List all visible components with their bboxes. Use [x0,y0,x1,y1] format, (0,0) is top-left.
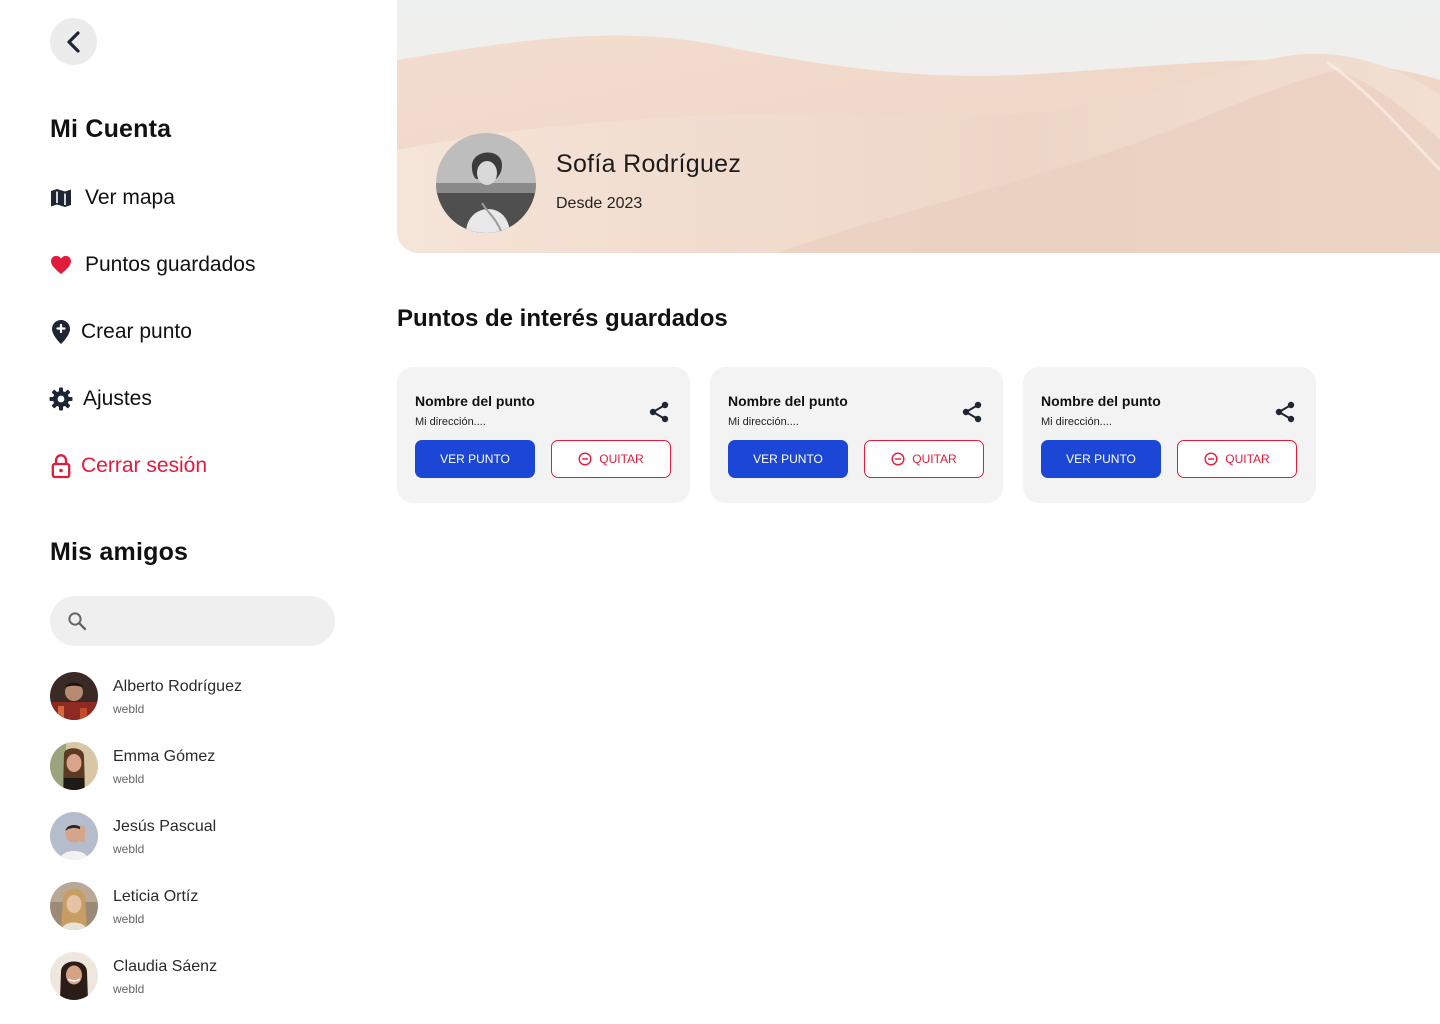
sidebar-item-label: Ver mapa [85,186,175,209]
profile-member-since: Desde 2023 [556,195,643,212]
friend-subtitle: webld [113,842,145,856]
remove-label: QUITAR [1225,452,1270,466]
sidebar-item-create-point[interactable]: Crear punto [49,317,192,347]
point-name: Nombre del punto [1041,393,1161,409]
view-point-button[interactable]: VER PUNTO [728,440,848,478]
map-icon [49,186,73,210]
avatar [50,882,98,930]
remove-label: QUITAR [912,452,957,466]
sidebar-item-label: Puntos guardados [85,253,256,276]
friend-subtitle: webld [113,702,145,716]
point-address: Mi dirección.... [415,416,486,428]
minus-circle-icon [578,452,592,466]
minus-circle-icon [1204,452,1218,466]
friend-item[interactable]: Leticia Ortíz webld [50,882,198,930]
friend-name: Claudia Sáenz [113,958,218,975]
logout-button[interactable]: Cerrar sesión [49,451,207,481]
avatar [50,672,98,720]
profile-name: Sofía Rodríguez [556,150,742,178]
friend-name: Jesús Pascual [113,818,217,835]
point-name: Nombre del punto [728,393,848,409]
view-point-button[interactable]: VER PUNTO [415,440,535,478]
search-icon [68,612,87,631]
share-icon[interactable] [961,401,983,423]
saved-points-title: Puntos de interés guardados [397,305,728,332]
sidebar-item-settings[interactable]: Ajustes [49,384,152,414]
avatar [50,742,98,790]
saved-point-card: Nombre del punto Mi dirección.... VER PU… [1023,367,1316,503]
add-location-icon [49,320,73,344]
heart-icon [49,253,73,277]
friend-item[interactable]: Alberto Rodríguez webld [50,672,242,720]
chevron-left-icon [66,30,80,53]
sidebar-item-saved-points[interactable]: Puntos guardados [49,250,255,280]
search-input[interactable] [97,612,317,630]
point-address: Mi dirección.... [1041,416,1112,428]
friend-item[interactable]: Jesús Pascual webld [50,812,216,860]
friend-item[interactable]: Claudia Sáenz webld [50,952,217,1000]
account-title: Mi Cuenta [50,115,172,143]
saved-point-card: Nombre del punto Mi dirección.... VER PU… [710,367,1003,503]
remove-point-button[interactable]: QUITAR [864,440,984,478]
sidebar-item-map[interactable]: Ver mapa [49,183,175,213]
desert-banner-image [397,0,1440,253]
profile-avatar [436,133,536,233]
point-name: Nombre del punto [415,393,535,409]
friend-name: Emma Gómez [113,748,216,765]
share-icon[interactable] [648,401,670,423]
minus-circle-icon [891,452,905,466]
sidebar-item-label: Cerrar sesión [81,454,208,477]
lock-icon [49,454,73,479]
remove-point-button[interactable]: QUITAR [1177,440,1297,478]
friend-subtitle: webld [113,982,145,996]
friend-subtitle: webld [113,772,145,786]
back-button[interactable] [50,18,97,65]
remove-label: QUITAR [599,452,644,466]
share-icon[interactable] [1274,401,1296,423]
view-point-button[interactable]: VER PUNTO [1041,440,1161,478]
avatar [50,952,98,1000]
profile-banner: Sofía Rodríguez Desde 2023 [397,0,1440,253]
friends-search[interactable] [50,596,335,646]
friend-name: Alberto Rodríguez [113,678,242,695]
sidebar-item-label: Crear punto [81,320,192,343]
avatar [50,812,98,860]
saved-point-card: Nombre del punto Mi dirección.... VER PU… [397,367,690,503]
friend-item[interactable]: Emma Gómez webld [50,742,215,790]
friend-name: Leticia Ortíz [113,888,199,905]
friends-title: Mis amigos [50,538,189,566]
point-address: Mi dirección.... [728,416,799,428]
remove-point-button[interactable]: QUITAR [551,440,671,478]
sidebar-item-label: Ajustes [83,387,152,410]
friend-subtitle: webld [113,912,145,926]
gear-icon [49,387,73,411]
